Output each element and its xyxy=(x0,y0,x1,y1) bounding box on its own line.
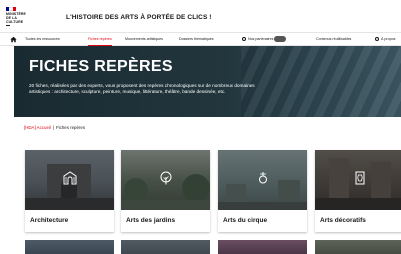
nav-item-partners-label: Nos partenaires xyxy=(248,37,274,41)
nav-item-about[interactable]: À propos xyxy=(375,33,395,46)
hero-banner: FICHES REPÈRES 20 fiches, réalisées par … xyxy=(14,46,401,117)
card-row2-2[interactable] xyxy=(121,240,210,254)
page-description: 20 fiches, réalisées par des experts, vo… xyxy=(29,83,255,94)
info-icon xyxy=(375,37,379,42)
card-image xyxy=(121,150,210,210)
card-row2-3[interactable] xyxy=(218,240,307,254)
page-title: FICHES REPÈRES xyxy=(29,58,173,75)
partner-avatar-icon xyxy=(274,36,287,43)
breadcrumb-home-link[interactable]: [HDA] Accueil xyxy=(24,125,51,130)
vase-icon xyxy=(355,171,364,185)
site-header: MINISTÈRE DE LA CULTURE L'HISTOIRE DES A… xyxy=(0,0,401,32)
card-title: Arts des jardins xyxy=(126,217,176,224)
ministry-logo[interactable]: MINISTÈRE DE LA CULTURE xyxy=(6,7,32,29)
home-icon[interactable] xyxy=(10,36,17,43)
partners-icon xyxy=(242,37,246,42)
nav-item-about-label: À propos xyxy=(381,37,396,41)
card-arts-decoratifs[interactable]: Arts décoratifs xyxy=(315,150,401,232)
card-image xyxy=(218,150,307,210)
logo-text: MINISTÈRE DE LA CULTURE xyxy=(6,12,26,24)
card-architecture[interactable]: Architecture xyxy=(25,150,114,232)
nav-item-thematic-files[interactable]: Dossiers thématiques xyxy=(179,33,214,46)
nav-item-partners[interactable]: Nos partenaires xyxy=(242,33,287,46)
nav-item-fiches-reperes[interactable]: Fiches repères xyxy=(88,33,112,46)
card-title: Arts du cirque xyxy=(223,217,268,224)
card-title: Architecture xyxy=(30,217,69,224)
nav-item-reusable-content[interactable]: Contenus réutilisables xyxy=(316,33,351,46)
logo-bar xyxy=(6,25,10,26)
breadcrumb: [HDA] Accueil | Fiches repères xyxy=(24,125,85,130)
card-row2-1[interactable] xyxy=(25,240,114,254)
card-image xyxy=(25,150,114,210)
juggler-icon xyxy=(258,172,267,184)
tree-icon xyxy=(160,171,171,185)
card-arts-des-jardins[interactable]: Arts des jardins xyxy=(121,150,210,232)
french-flag-icon xyxy=(6,7,16,11)
arch-monument-icon xyxy=(63,171,76,185)
card-title: Arts décoratifs xyxy=(320,217,366,224)
nav-item-all-resources[interactable]: Toutes les ressources xyxy=(25,33,60,46)
card-image xyxy=(315,150,401,210)
card-row2-4[interactable] xyxy=(315,240,401,254)
site-title[interactable]: L'HISTOIRE DES ARTS À PORTÉE DE CLICS ! xyxy=(66,14,212,21)
main-navigation: Toutes les ressources Fiches repères Mou… xyxy=(0,32,401,46)
nav-item-movements[interactable]: Mouvements artistiques xyxy=(125,33,163,46)
breadcrumb-separator: | xyxy=(52,125,54,130)
card-arts-du-cirque[interactable]: Arts du cirque xyxy=(218,150,307,232)
breadcrumb-current: Fiches repères xyxy=(55,125,86,130)
